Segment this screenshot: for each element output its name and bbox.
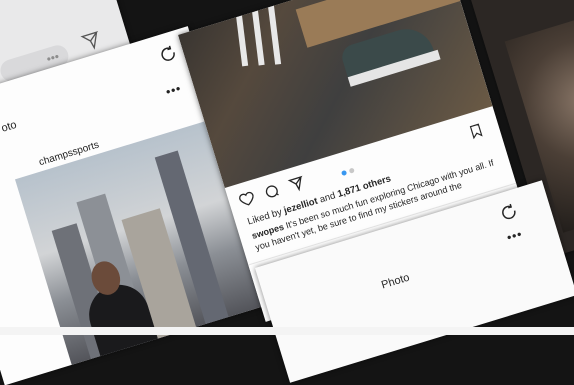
bookmark-icon[interactable] [467,120,486,141]
refresh-icon[interactable] [157,43,179,65]
stripe [231,0,249,67]
send-icon[interactable] [287,174,307,194]
more-icon[interactable]: ••• [164,81,183,99]
refresh-icon[interactable] [498,201,520,223]
send-icon[interactable] [79,28,104,53]
more-icon[interactable]: ••• [505,227,524,245]
pager-dot [348,167,355,174]
heart-icon[interactable] [237,189,257,209]
comment-icon[interactable] [262,181,282,201]
liked-mid: and [318,190,337,206]
carousel-pager [339,159,360,181]
stripe [247,0,265,66]
screen-title: Photo [379,271,411,292]
stripe [264,0,282,65]
pager-dot [340,169,348,177]
post-photo[interactable] [178,0,493,189]
bottom-margin [0,327,574,335]
screen-title: oto [0,118,19,135]
